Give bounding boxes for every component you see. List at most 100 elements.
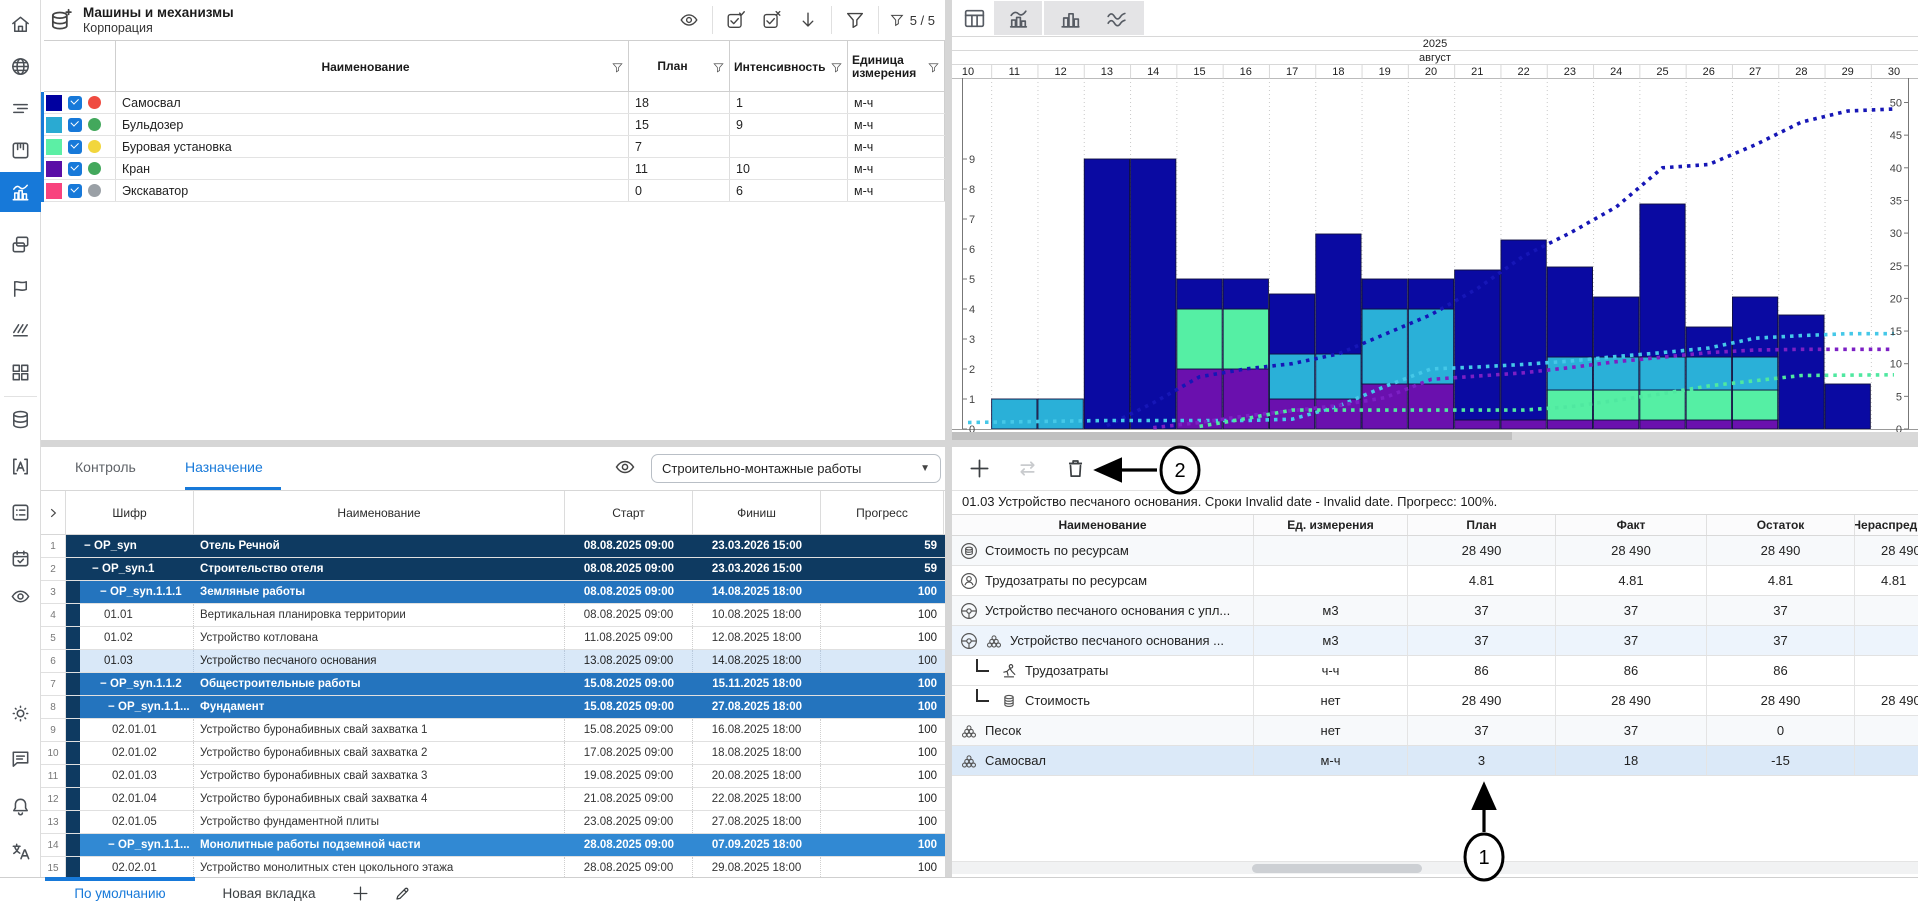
globe-icon[interactable] xyxy=(8,54,33,79)
task-row[interactable]: 1502.02.01Устройство монолитных стен цок… xyxy=(41,857,945,877)
color-swatch[interactable] xyxy=(46,117,62,133)
machine-row[interactable]: Буровая установка7м-ч xyxy=(44,136,945,158)
resource-row[interactable]: Устройство песчаного основания с упл...м… xyxy=(952,596,1918,626)
column-header-Финиш[interactable]: Финиш xyxy=(693,491,821,534)
column-header-expander[interactable] xyxy=(41,491,66,534)
resource-histogram-chart[interactable]: 2025август101112131415161718192021222324… xyxy=(952,36,1918,440)
machine-row[interactable]: Экскаватор06м-ч xyxy=(44,180,945,202)
table-view-icon[interactable] xyxy=(960,4,988,32)
task-row[interactable]: 1−OP_synОтель Речной08.08.2025 09:0023.0… xyxy=(41,535,945,558)
task-row[interactable]: 1102.01.03Устройство буронабивных свай з… xyxy=(41,765,945,788)
pages-icon[interactable] xyxy=(8,232,33,257)
column-header[interactable]: Нераспред. xyxy=(1855,515,1918,535)
swap-icon[interactable] xyxy=(1014,456,1040,482)
filter-icon[interactable] xyxy=(712,61,725,74)
add-icon[interactable] xyxy=(966,456,992,482)
column-header[interactable]: Единица измерения xyxy=(848,41,945,93)
chart-scrollbar-thumb[interactable] xyxy=(952,432,1512,440)
theme-brightness-icon[interactable] xyxy=(8,701,33,726)
color-swatch[interactable] xyxy=(46,139,62,155)
task-row[interactable]: 8−OP_syn.1.1...Фундамент15.08.2025 09:00… xyxy=(41,696,945,719)
comments-icon[interactable] xyxy=(8,746,33,771)
edit-pencil-icon[interactable] xyxy=(390,881,414,905)
machine-row[interactable]: Самосвал181м-ч xyxy=(44,92,945,114)
notifications-bell-icon[interactable] xyxy=(8,794,33,819)
column-header-Шифр[interactable]: Шифр xyxy=(66,491,194,534)
task-row[interactable]: 3−OP_syn.1.1.1Земляные работы08.08.2025 … xyxy=(41,581,945,604)
collapse-icon[interactable]: − xyxy=(100,586,110,598)
task-row[interactable]: 1002.01.02Устройство буронабивных свай з… xyxy=(41,742,945,765)
eye-icon[interactable] xyxy=(676,7,702,33)
home-icon[interactable] xyxy=(8,12,33,37)
task-row[interactable]: 1202.01.04Устройство буронабивных свай з… xyxy=(41,788,945,811)
column-header[interactable]: Наименование xyxy=(952,515,1254,535)
resource-row[interactable]: Стоимость по ресурсам28 49028 49028 4902… xyxy=(952,536,1918,566)
filter-icon[interactable] xyxy=(842,7,868,33)
dashboard-grid-icon[interactable] xyxy=(8,360,33,385)
resource-row[interactable]: Песокнет37370 xyxy=(952,716,1918,746)
row-checkbox[interactable] xyxy=(68,96,82,110)
task-row[interactable]: 601.03Устройство песчаного основания13.0… xyxy=(41,650,945,673)
column-header-Старт[interactable]: Старт xyxy=(565,491,693,534)
collapse-icon[interactable]: − xyxy=(84,540,94,552)
column-header[interactable]: План xyxy=(1408,515,1556,535)
resource-row[interactable]: Трудозатраты по ресурсам4.814.814.814.81 xyxy=(952,566,1918,596)
resource-row[interactable]: Самосвалм-ч318-15 xyxy=(952,746,1918,776)
resource-row[interactable]: Устройство песчаного основания ...м33737… xyxy=(952,626,1918,656)
collapse-icon[interactable]: − xyxy=(100,678,110,690)
histogram-curve-icon[interactable] xyxy=(1004,4,1032,32)
task-row[interactable]: 2−OP_syn.1Строительство отеля08.08.2025 … xyxy=(41,558,945,581)
scrollbar-thumb[interactable] xyxy=(1252,864,1422,873)
task-row[interactable]: 902.01.01Устройство буронабивных свай за… xyxy=(41,719,945,742)
line-waves-icon[interactable] xyxy=(1102,4,1130,32)
add-tab-icon[interactable] xyxy=(348,881,372,905)
task-row[interactable]: 14−OP_syn.1.1...Монолитные работы подзем… xyxy=(41,834,945,857)
checkbox-check-icon[interactable] xyxy=(723,7,749,33)
column-header[interactable]: Ед. измерения xyxy=(1254,515,1408,535)
machine-row[interactable]: Бульдозер159м-ч xyxy=(44,114,945,136)
task-row[interactable]: 401.01Вертикальная планировка территории… xyxy=(41,604,945,627)
hatching-icon[interactable] xyxy=(8,318,33,343)
task-row[interactable]: 1302.01.05Устройство фундаментной плиты2… xyxy=(41,811,945,834)
color-swatch[interactable] xyxy=(46,183,62,199)
collapse-icon[interactable]: − xyxy=(108,839,118,851)
database-icon[interactable] xyxy=(8,407,33,432)
column-header[interactable]: Наименование xyxy=(116,41,629,93)
filter-icon[interactable] xyxy=(830,61,843,74)
arrow-down-icon[interactable] xyxy=(795,7,821,33)
layout-tab-new[interactable]: Новая вкладка xyxy=(208,878,330,907)
row-checkbox[interactable] xyxy=(68,184,82,198)
text-attribute-icon[interactable] xyxy=(8,454,33,479)
resources-horizontal-scrollbar[interactable] xyxy=(952,861,1918,874)
language-translate-icon[interactable] xyxy=(8,839,33,864)
vertical-panel-divider[interactable] xyxy=(945,0,952,877)
color-swatch[interactable] xyxy=(46,161,62,177)
filter-count[interactable]: 5 / 5 xyxy=(889,12,941,28)
checkbox-x-icon[interactable] xyxy=(759,7,785,33)
horizontal-panel-divider[interactable] xyxy=(41,440,1918,447)
bar-chart-icon[interactable] xyxy=(1056,4,1084,32)
column-header[interactable]: Остаток xyxy=(1707,515,1855,535)
sidebar-item-histogram-active[interactable] xyxy=(0,172,41,212)
column-header-Наименование[interactable]: Наименование xyxy=(194,491,565,534)
resource-row[interactable]: Трудозатратыч-ч868686 xyxy=(952,656,1918,686)
calendar-check-icon[interactable] xyxy=(8,546,33,571)
tab-control[interactable]: Контроль xyxy=(75,447,155,487)
column-header[interactable]: План xyxy=(629,41,730,93)
tab-assignment[interactable]: Назначение xyxy=(185,447,281,487)
collapse-icon[interactable]: − xyxy=(108,701,118,713)
column-header-Прогресс[interactable]: Прогресс xyxy=(821,491,944,534)
task-row[interactable]: 501.02Устройство котлована11.08.2025 09:… xyxy=(41,627,945,650)
column-header[interactable] xyxy=(44,41,116,93)
work-type-dropdown[interactable]: Строительно-монтажные работы ▼ xyxy=(651,454,941,483)
layout-tab-default[interactable]: По умолчанию xyxy=(45,878,195,907)
row-checkbox[interactable] xyxy=(68,162,82,176)
collapse-icon[interactable]: − xyxy=(92,563,102,575)
filter-icon[interactable] xyxy=(611,61,624,74)
color-swatch[interactable] xyxy=(46,95,62,111)
resource-row[interactable]: Стоимостьнет28 49028 49028 49028 490 xyxy=(952,686,1918,716)
flag-icon[interactable] xyxy=(8,276,33,301)
filter-lines-icon[interactable] xyxy=(8,96,33,121)
visibility-icon[interactable] xyxy=(8,584,33,609)
column-header[interactable]: Факт xyxy=(1556,515,1707,535)
